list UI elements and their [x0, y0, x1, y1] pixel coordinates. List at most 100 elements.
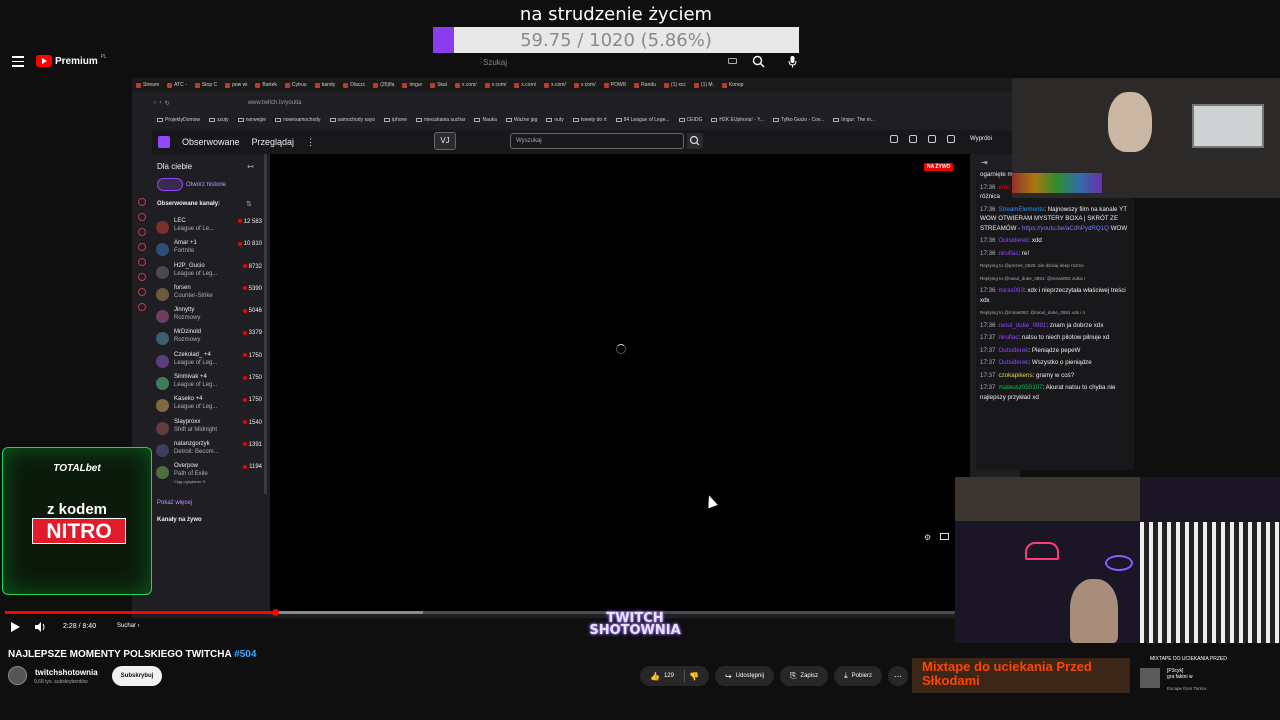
browser-tab[interactable]: Cytruu: [281, 82, 311, 88]
browser-tab[interactable]: x.com/: [451, 82, 481, 88]
collapse-sidebar-icon[interactable]: ↤: [247, 162, 254, 171]
recommended-thumbnail[interactable]: Mixtape do uciekania Przed Słkodami: [912, 658, 1130, 693]
bookmark-item[interactable]: szuty: [209, 117, 229, 123]
chat-username[interactable]: niruflac: [998, 334, 1018, 341]
collapse-chat-icon[interactable]: ⇥: [981, 158, 988, 167]
channel-avatar[interactable]: [8, 666, 27, 685]
bookmark-item[interactable]: norwegie: [237, 117, 266, 123]
browser-tab[interactable]: Stop C: [191, 82, 221, 88]
browser-tab[interactable]: x.com/: [510, 82, 540, 88]
play-icon[interactable]: [11, 622, 20, 632]
bookmark-item[interactable]: samochody xayo: [329, 117, 375, 123]
prime-button[interactable]: Wypróbi: [970, 136, 992, 142]
chat-username[interactable]: czokapikens: [998, 372, 1032, 379]
sidebar-channel[interactable]: Overpow Path of Exile 1194 Ciąg oglądania: …: [155, 461, 265, 484]
url-text[interactable]: www.twitch.tv/youtla: [248, 100, 302, 106]
show-more-link[interactable]: Pokaż więcej: [157, 500, 192, 506]
bits-icon[interactable]: [947, 135, 955, 143]
side-app-icon[interactable]: [138, 303, 146, 311]
sidebar-channel[interactable]: natanzgorzyk Detroit: Becom... 1391: [155, 439, 265, 461]
sidebar-channel[interactable]: forsen Counter-Strike 5390: [155, 283, 265, 305]
youtube-logo[interactable]: Premium PL: [36, 54, 107, 67]
notifications-icon[interactable]: [890, 135, 898, 143]
sidebar-channel[interactable]: Sinmivak +4 League of Leg... 1750: [155, 372, 265, 394]
chat-link[interactable]: https://youtu.be/aCdhPydRQ1Q: [1022, 225, 1109, 232]
share-button[interactable]: ↪ Udostępnij: [714, 666, 775, 686]
chat-username[interactable]: raoul_duke_0891: [998, 322, 1046, 329]
browser-tab[interactable]: (1) xcc: [660, 82, 690, 88]
forward-icon[interactable]: ›: [159, 100, 161, 106]
chat-username[interactable]: mateusz050107: [998, 384, 1042, 391]
browser-tab[interactable]: Imgur: [398, 82, 426, 88]
download-button[interactable]: ⤓ Pobierz: [834, 666, 882, 686]
chat-username[interactable]: Outsiderek: [998, 347, 1028, 354]
browser-tab[interactable]: x.com/: [570, 82, 600, 88]
keyboard-icon[interactable]: [728, 58, 737, 64]
sidebar-channel[interactable]: H2P_Gucio League of Leg... 8732: [155, 261, 265, 283]
extensions-icon[interactable]: [909, 135, 917, 143]
bookmark-item[interactable]: Ważne jpg: [505, 117, 537, 123]
browser-tab[interactable]: Bartek: [251, 82, 280, 88]
bookmark-item[interactable]: H2K EUphoria! - Y...: [711, 117, 764, 123]
side-app-icon[interactable]: [138, 258, 146, 266]
nav-browse[interactable]: Przeglądaj: [252, 137, 295, 147]
browser-tab[interactable]: (25)fla: [369, 82, 398, 88]
bookmark-item[interactable]: Imgur: The m...: [833, 117, 875, 123]
browser-tab[interactable]: pow wi: [221, 82, 251, 88]
search-icon[interactable]: [752, 55, 765, 68]
recommended-info[interactable]: MIXTAPE DO UCIEKANIA PRZED [P3cyk] gra f…: [1136, 654, 1280, 694]
browser-tab[interactable]: (1) M.: [690, 82, 718, 88]
twitch-video-player[interactable]: NA ŻYWO ⚙: [270, 154, 1094, 612]
twitch-search-button[interactable]: [687, 133, 703, 149]
browser-tab[interactable]: bandy: [311, 82, 340, 88]
like-button[interactable]: 👍 129 👎: [640, 666, 709, 686]
sidebar-channel[interactable]: Kaseko +4 League of Leg... 1750: [155, 394, 265, 416]
bookmark-item[interactable]: Tylko Gucio - Cov...: [772, 117, 824, 123]
browser-tab[interactable]: Konop: [718, 82, 747, 88]
menu-icon[interactable]: [12, 56, 24, 67]
thumbs-down-icon[interactable]: 👎: [689, 672, 699, 681]
sidebar-channel[interactable]: LEC League of Le... 12 583: [155, 216, 265, 238]
browser-tab[interactable]: x.com/: [540, 82, 570, 88]
browser-tab[interactable]: x.com/: [481, 82, 511, 88]
youtube-search-input[interactable]: Szukaj: [475, 54, 745, 70]
back-icon[interactable]: ‹: [154, 100, 156, 106]
side-app-icon[interactable]: [138, 243, 146, 251]
browser-tab[interactable]: POWR: [600, 82, 631, 88]
chat-username[interactable]: miras093: [998, 287, 1023, 294]
side-app-icon[interactable]: [138, 273, 146, 281]
bookmark-item[interactable]: Nauka: [474, 117, 497, 123]
browser-tab[interactable]: Dlaczc: [339, 82, 369, 88]
vj-extension-button[interactable]: VJ: [434, 132, 456, 150]
bookmark-item[interactable]: CEIDG: [678, 117, 702, 123]
volume-icon[interactable]: [35, 622, 47, 632]
save-button[interactable]: ⎘ Zapisz: [780, 666, 829, 686]
chat-username[interactable]: StreamElements: [998, 206, 1044, 213]
reload-icon[interactable]: ↻: [165, 100, 170, 107]
inbox-icon[interactable]: [928, 135, 936, 143]
sidebar-channel[interactable]: Jinnytty Rozmowy 5046: [155, 305, 265, 327]
browser-tab[interactable]: ATC -: [163, 82, 191, 88]
chat-username[interactable]: Outsiderek: [998, 237, 1028, 244]
subscribe-button[interactable]: Subskrybuj: [112, 666, 162, 686]
browser-tab[interactable]: Stream: [132, 82, 163, 88]
sidebar-channel[interactable]: MrDzinold Rozmowy 3379: [155, 327, 265, 349]
side-app-icon[interactable]: [138, 288, 146, 296]
more-icon[interactable]: ⋮: [306, 137, 315, 148]
bookmark-item[interactable]: nowesamochody: [274, 117, 321, 123]
twitch-logo[interactable]: [158, 136, 170, 148]
bookmark-item[interactable]: nuty: [546, 117, 564, 123]
address-bar[interactable]: ‹ › ↻ www.twitch.tv/youtla: [132, 96, 1020, 110]
bookmark-item[interactable]: ProjektyDomow: [157, 117, 200, 123]
video-hashtag[interactable]: #504: [234, 649, 256, 660]
theatre-mode-icon[interactable]: [940, 533, 949, 540]
side-app-icon[interactable]: [138, 213, 146, 221]
chat-username[interactable]: niruflac: [998, 250, 1018, 257]
nav-followed[interactable]: Obserwowane: [182, 137, 240, 147]
side-app-icon[interactable]: [138, 198, 146, 206]
sidebar-channel[interactable]: Amar +1 Fortnite 10 810: [155, 238, 265, 260]
bookmark-item[interactable]: iphone: [384, 117, 407, 123]
sidebar-channel[interactable]: Czekolad_ +4 League of Leg... 1750: [155, 350, 265, 372]
browser-tab[interactable]: Skal: [426, 82, 451, 88]
chapter-button[interactable]: Suchar ›: [117, 623, 140, 629]
